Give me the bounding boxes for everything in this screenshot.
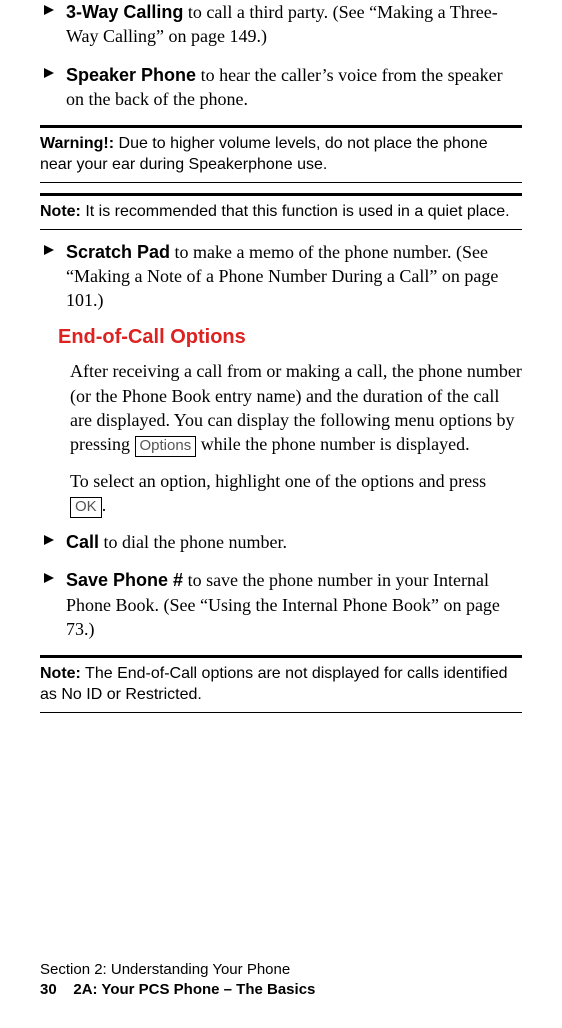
warning-label: Warning!: bbox=[40, 135, 114, 152]
divider bbox=[40, 125, 522, 128]
bullet-arrow-icon bbox=[44, 68, 58, 82]
list-item: Call to dial the phone number. bbox=[66, 530, 522, 554]
feature-term: Speaker Phone bbox=[66, 65, 196, 85]
feature-bullet-scratch: Scratch Pad to make a memo of the phone … bbox=[40, 240, 522, 313]
divider bbox=[40, 229, 522, 230]
feature-term: Save Phone # bbox=[66, 570, 183, 590]
list-item: Save Phone # to save the phone number in… bbox=[66, 568, 522, 641]
divider bbox=[40, 193, 522, 196]
divider bbox=[40, 655, 522, 658]
feature-bullet-list-top: 3-Way Calling to call a third party. (Se… bbox=[40, 0, 522, 111]
feature-description: to dial the phone number. bbox=[99, 532, 287, 552]
chapter-title: 2A: Your PCS Phone – The Basics bbox=[73, 981, 315, 998]
note-label: Note: bbox=[40, 665, 81, 682]
options-keycap: Options bbox=[135, 436, 197, 457]
footer-chapter-line: 30 2A: Your PCS Phone – The Basics bbox=[40, 980, 315, 1000]
list-item: Speaker Phone to hear the caller’s voice… bbox=[66, 63, 522, 112]
note-notice: Note: It is recommended that this functi… bbox=[40, 202, 522, 223]
para-text: . bbox=[102, 495, 107, 515]
note-text: It is recommended that this function is … bbox=[81, 203, 510, 220]
page-footer: Section 2: Understanding Your Phone 30 2… bbox=[40, 960, 315, 1001]
body-paragraph: To select an option, highlight one of th… bbox=[70, 469, 522, 518]
list-item: Scratch Pad to make a memo of the phone … bbox=[66, 240, 522, 313]
list-item: 3-Way Calling to call a third party. (Se… bbox=[66, 0, 522, 49]
warning-notice: Warning!: Due to higher volume levels, d… bbox=[40, 134, 522, 176]
ok-keycap: OK bbox=[70, 497, 102, 518]
para-text: To select an option, highlight one of th… bbox=[70, 471, 486, 491]
divider bbox=[40, 712, 522, 713]
bullet-arrow-icon bbox=[44, 535, 58, 549]
note-text: The End-of-Call options are not displaye… bbox=[40, 665, 508, 703]
feature-term: Call bbox=[66, 532, 99, 552]
para-text: while the phone number is displayed. bbox=[196, 434, 469, 454]
page: 3-Way Calling to call a third party. (Se… bbox=[0, 0, 562, 1028]
footer-section-line: Section 2: Understanding Your Phone bbox=[40, 960, 315, 980]
bullet-arrow-icon bbox=[44, 573, 58, 587]
end-options-bullet-list: Call to dial the phone number. Save Phon… bbox=[40, 530, 522, 641]
page-number: 30 bbox=[40, 981, 57, 998]
feature-term: 3-Way Calling bbox=[66, 2, 183, 22]
feature-term: Scratch Pad bbox=[66, 242, 170, 262]
section-heading: End-of-Call Options bbox=[58, 326, 522, 349]
bullet-arrow-icon bbox=[44, 5, 58, 19]
note-notice: Note: The End-of-Call options are not di… bbox=[40, 664, 522, 706]
bullet-arrow-icon bbox=[44, 245, 58, 259]
note-label: Note: bbox=[40, 203, 81, 220]
divider bbox=[40, 182, 522, 183]
body-paragraph: After receiving a call from or making a … bbox=[70, 359, 522, 457]
